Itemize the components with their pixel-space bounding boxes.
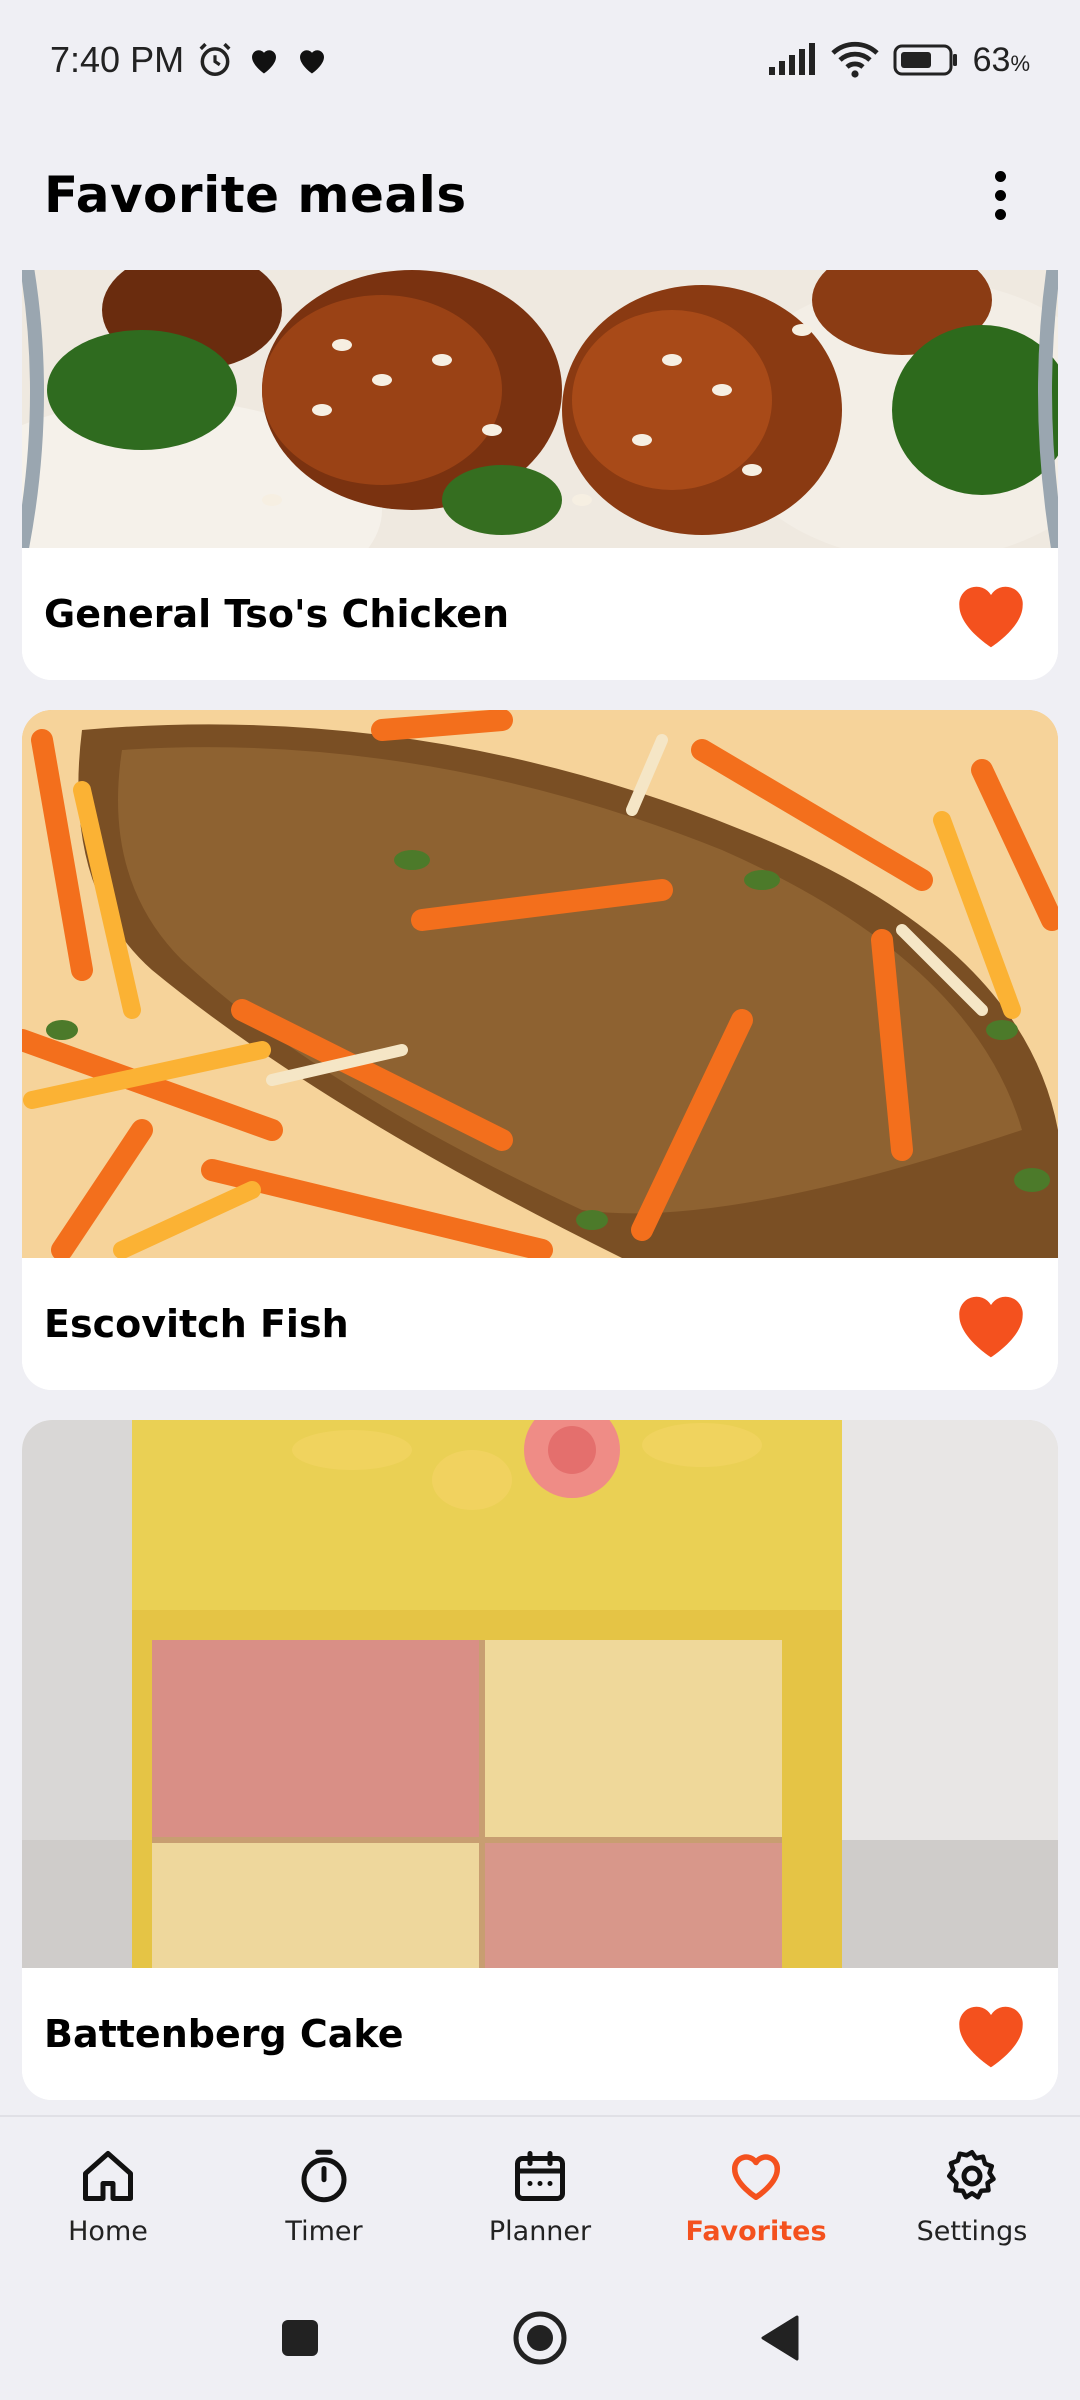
page-title: Favorite meals	[44, 166, 467, 224]
heart-filled-icon	[959, 1296, 1023, 1358]
meal-image	[22, 710, 1058, 1258]
meal-card-footer: General Tso's Chicken	[22, 548, 1058, 680]
status-bar: 7:40 PM 63%	[0, 0, 1080, 120]
nav-item-favorites[interactable]: Favorites	[656, 2146, 856, 2247]
home-icon	[83, 2150, 133, 2201]
gear-icon	[947, 2149, 996, 2199]
battery-percent: 63%	[972, 40, 1030, 79]
nav-item-home[interactable]: Home	[8, 2146, 208, 2247]
favorite-button[interactable]	[946, 569, 1036, 659]
back-triangle-icon	[761, 2315, 799, 2360]
meal-image	[22, 270, 1058, 548]
meal-card-footer: Battenberg Cake	[22, 1968, 1058, 2100]
back-button[interactable]	[745, 2303, 815, 2373]
meal-name: Battenberg Cake	[44, 2012, 404, 2056]
calendar-icon	[515, 2150, 565, 2201]
meal-name: General Tso's Chicken	[44, 592, 510, 636]
heart-icon	[246, 42, 282, 78]
alarm-icon	[196, 41, 234, 79]
more-options-button[interactable]	[964, 159, 1036, 231]
nav-label: Timer	[285, 2215, 363, 2247]
meal-card[interactable]: General Tso's Chicken	[22, 270, 1058, 680]
nav-item-planner[interactable]: Planner	[440, 2146, 640, 2247]
nav-label: Favorites	[685, 2215, 827, 2247]
more-vertical-icon	[994, 170, 1006, 182]
meal-image	[22, 1420, 1058, 1968]
system-nav-bar	[0, 2275, 1080, 2400]
wifi-icon	[830, 41, 879, 79]
meal-name: Escovitch Fish	[44, 1302, 349, 1346]
favorites-list[interactable]: General Tso's Chicken Escovitch Fish Bat…	[22, 270, 1058, 2115]
favorite-button[interactable]	[946, 1989, 1036, 2079]
bottom-nav: Home Timer Planner Favorites Settings	[0, 2115, 1080, 2275]
signal-icon	[767, 43, 817, 77]
home-system-button[interactable]	[505, 2303, 575, 2373]
favorite-button[interactable]	[946, 1279, 1036, 1369]
circle-home-icon	[513, 2311, 567, 2364]
heart-filled-icon	[959, 2006, 1023, 2068]
battery-icon	[893, 43, 959, 77]
meal-card[interactable]: Escovitch Fish	[22, 710, 1058, 1390]
heart-icon	[294, 42, 330, 78]
timer-icon	[301, 2149, 347, 2202]
nav-item-settings[interactable]: Settings	[872, 2146, 1072, 2247]
nav-label: Home	[68, 2215, 148, 2247]
nav-label: Settings	[916, 2215, 1028, 2247]
nav-item-timer[interactable]: Timer	[224, 2146, 424, 2247]
recents-button[interactable]	[265, 2303, 335, 2373]
app-header: Favorite meals	[0, 120, 1080, 270]
square-icon	[282, 2319, 318, 2356]
meal-card[interactable]: Battenberg Cake	[22, 1420, 1058, 2100]
meal-card-footer: Escovitch Fish	[22, 1258, 1058, 1390]
heart-filled-icon	[959, 586, 1023, 648]
status-time: 7:40 PM	[50, 39, 185, 80]
heart-outline-icon	[732, 2153, 780, 2200]
nav-label: Planner	[488, 2215, 592, 2247]
